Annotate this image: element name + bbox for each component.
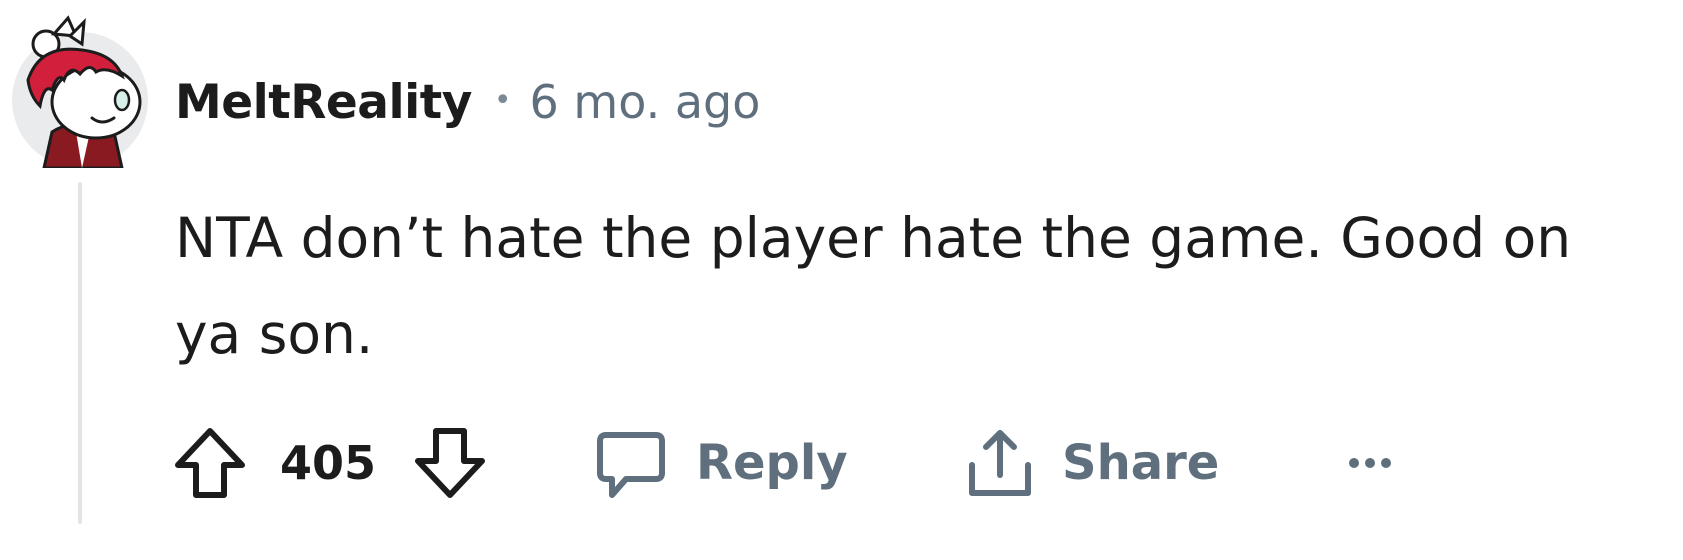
speech-bubble-icon [597,431,665,498]
ellipsis-icon [1349,457,1391,468]
upvote-button[interactable] [170,415,250,510]
reply-label: Reply [696,434,848,491]
downvote-button[interactable] [410,415,490,510]
vote-count: 405 [280,435,377,490]
author-username[interactable]: MeltReality [175,75,472,130]
comment-timestamp[interactable]: 6 mo. ago [530,75,761,129]
comment-header: MeltReality • 6 mo. ago [175,66,760,138]
share-button[interactable]: Share [960,415,1219,510]
vote-count-wrap: 405 [280,415,376,510]
reply-button[interactable]: Reply [590,415,848,510]
arrow-down-icon [415,427,485,498]
avatar[interactable] [10,14,150,170]
share-label: Share [1062,434,1220,491]
comment-body: NTA don’t hate the player hate the game.… [175,206,1572,366]
more-options-button[interactable] [1340,415,1400,510]
arrow-up-icon [175,427,245,498]
comment: MeltReality • 6 mo. ago NTA don’t hate t… [0,0,1683,560]
thread-line[interactable] [78,182,82,524]
meta-separator: • [493,82,512,118]
comment-action-bar: 405 Reply Share [170,415,1620,510]
share-upload-icon [969,429,1031,496]
avatar-snoo-icon [12,15,148,170]
